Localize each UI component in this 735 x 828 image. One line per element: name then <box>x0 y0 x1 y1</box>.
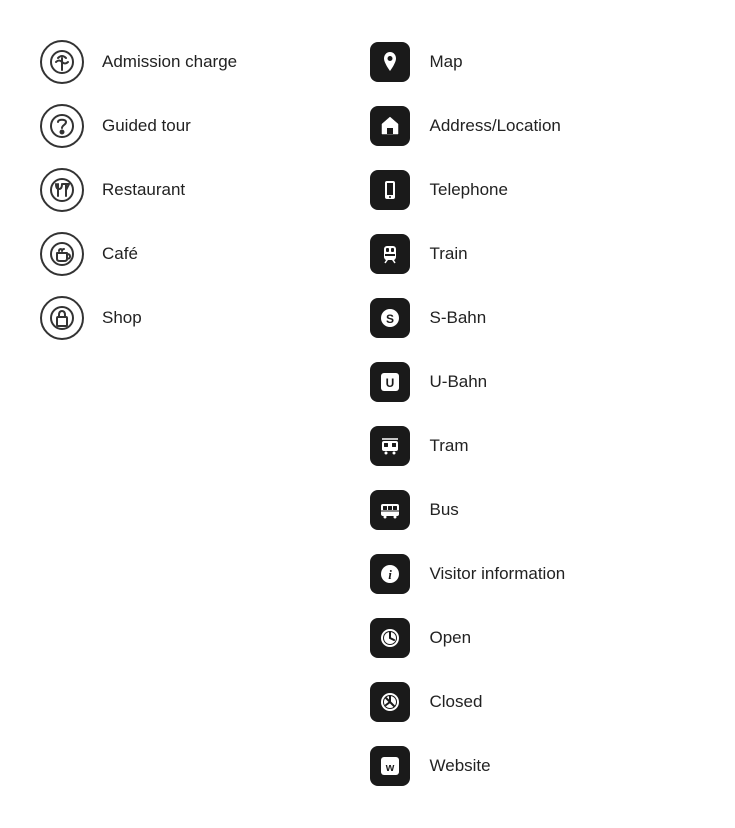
shop-label: Shop <box>102 308 142 328</box>
list-item: Bus <box>368 478 696 542</box>
icon-wrap: w <box>368 744 412 788</box>
restaurant-icon <box>40 168 84 212</box>
icon-wrap <box>368 680 412 724</box>
icon-wrap: U <box>368 360 412 404</box>
svg-text:i: i <box>388 567 392 582</box>
icon-wrap: i <box>368 552 412 596</box>
train-icon <box>370 234 410 274</box>
list-item: i Visitor information <box>368 542 696 606</box>
cafe-label: Café <box>102 244 138 264</box>
open-icon <box>370 618 410 658</box>
list-item: Restaurant <box>40 158 368 222</box>
closed-icon <box>370 682 410 722</box>
icon-wrap <box>368 616 412 660</box>
guided-tour-icon <box>40 104 84 148</box>
cafe-icon <box>40 232 84 276</box>
right-column: Map Address/Location <box>368 30 696 798</box>
list-item: Open <box>368 606 696 670</box>
ubahn-label: U-Bahn <box>430 372 488 392</box>
visitor-info-icon: i <box>370 554 410 594</box>
svg-text:w: w <box>384 762 394 774</box>
svg-text:U: U <box>385 376 394 390</box>
address-icon <box>370 106 410 146</box>
map-icon <box>370 42 410 82</box>
list-item: Train <box>368 222 696 286</box>
icon-wrap <box>368 424 412 468</box>
list-item: w Website <box>368 734 696 798</box>
list-item: Telephone <box>368 158 696 222</box>
icon-wrap <box>40 232 84 276</box>
list-item: Admission charge <box>40 30 368 94</box>
ubahn-icon: U <box>370 362 410 402</box>
icon-wrap <box>40 296 84 340</box>
telephone-label: Telephone <box>430 180 508 200</box>
icon-wrap <box>368 232 412 276</box>
icon-wrap <box>368 488 412 532</box>
address-label: Address/Location <box>430 116 561 136</box>
icon-wrap <box>40 104 84 148</box>
icon-wrap: S <box>368 296 412 340</box>
list-item: Address/Location <box>368 94 696 158</box>
closed-label: Closed <box>430 692 483 712</box>
restaurant-label: Restaurant <box>102 180 185 200</box>
list-item: Closed <box>368 670 696 734</box>
bus-icon <box>370 490 410 530</box>
admission-icon <box>40 40 84 84</box>
icon-wrap <box>40 168 84 212</box>
train-label: Train <box>430 244 468 264</box>
legend-grid: Admission charge Guided tour <box>40 30 695 798</box>
map-label: Map <box>430 52 463 72</box>
sbahn-label: S-Bahn <box>430 308 487 328</box>
admission-label: Admission charge <box>102 52 237 72</box>
list-item: Shop <box>40 286 368 350</box>
open-label: Open <box>430 628 472 648</box>
website-icon: w <box>370 746 410 786</box>
icon-wrap <box>368 104 412 148</box>
list-item: Tram <box>368 414 696 478</box>
icon-wrap <box>40 40 84 84</box>
guided-tour-label: Guided tour <box>102 116 191 136</box>
tram-icon <box>370 426 410 466</box>
list-item: Guided tour <box>40 94 368 158</box>
list-item: U U-Bahn <box>368 350 696 414</box>
icon-wrap <box>368 168 412 212</box>
svg-text:S: S <box>385 312 393 326</box>
list-item: Café <box>40 222 368 286</box>
icon-wrap <box>368 40 412 84</box>
left-column: Admission charge Guided tour <box>40 30 368 350</box>
list-item: S S-Bahn <box>368 286 696 350</box>
telephone-icon <box>370 170 410 210</box>
list-item: Map <box>368 30 696 94</box>
sbahn-icon: S <box>370 298 410 338</box>
bus-label: Bus <box>430 500 459 520</box>
shop-icon <box>40 296 84 340</box>
visitor-info-label: Visitor information <box>430 564 566 584</box>
tram-label: Tram <box>430 436 469 456</box>
website-label: Website <box>430 756 491 776</box>
